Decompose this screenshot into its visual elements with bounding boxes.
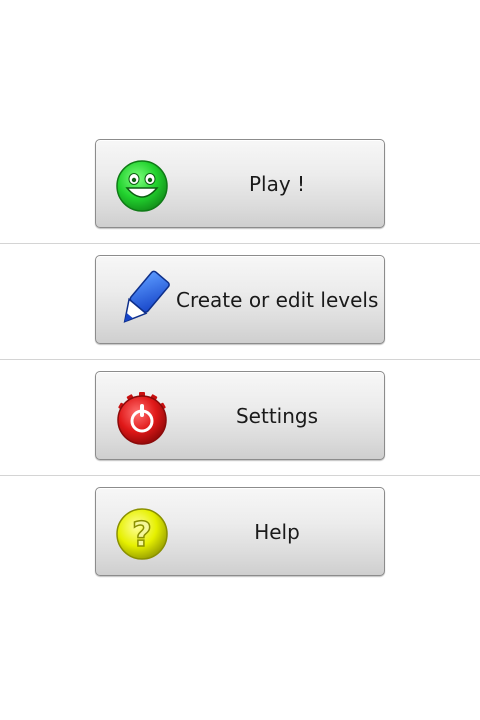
menu-row-create-levels: Create or edit levels: [0, 232, 480, 360]
create-edit-levels-button[interactable]: Create or edit levels: [95, 255, 385, 344]
help-button[interactable]: ? Help: [95, 487, 385, 576]
settings-button-label: Settings: [235, 404, 319, 428]
smiley-face-icon: [114, 158, 170, 214]
play-button-label: Play !: [248, 172, 306, 196]
create-edit-levels-label: Create or edit levels: [176, 288, 379, 312]
settings-button[interactable]: Settings: [95, 371, 385, 460]
menu-row-play: Play !: [0, 116, 480, 244]
menu-row-settings: Settings: [0, 348, 480, 476]
play-button[interactable]: Play !: [95, 139, 385, 228]
svg-text:?: ?: [132, 515, 152, 555]
power-gear-icon: [114, 390, 170, 446]
help-button-label: Help: [254, 520, 300, 544]
menu-row-help: ? Help: [0, 464, 480, 580]
pencil-icon: [112, 270, 172, 332]
question-mark-icon: ?: [114, 506, 170, 562]
main-menu-screen: Play ! Create or edit levels Settings ? …: [0, 0, 480, 720]
